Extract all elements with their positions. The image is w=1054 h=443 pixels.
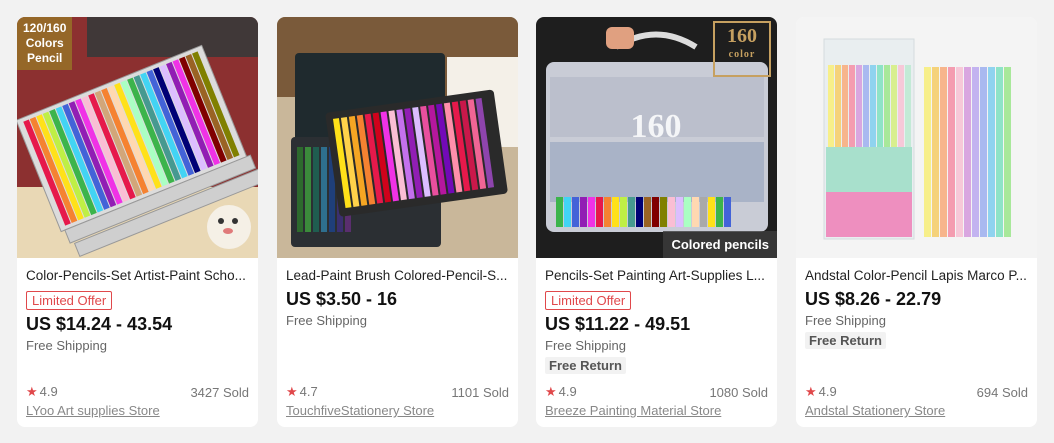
- product-card[interactable]: 160 160 color Colored pencils Pencils-Se…: [536, 17, 777, 427]
- rating-row: ★ 4.9 3427 Sold: [26, 384, 249, 400]
- product-price: US $3.50 - 16: [286, 289, 398, 309]
- store-link[interactable]: TouchfiveStationery Store: [286, 403, 509, 418]
- star-icon: ★: [545, 384, 557, 399]
- product-image[interactable]: 160 160 color Colored pencils: [536, 17, 777, 258]
- product-card[interactable]: Lead-Paint Brush Colored-Pencil-S... US …: [277, 17, 518, 427]
- rating-row: ★ 4.9 694 Sold: [805, 384, 1028, 400]
- product-image[interactable]: [796, 17, 1037, 258]
- product-info: Andstal Color-Pencil Lapis Marco P... US…: [796, 258, 1037, 427]
- box-print-number: 160: [631, 108, 682, 145]
- sold-count: 694 Sold: [976, 384, 1028, 400]
- store-link[interactable]: Andstal Stationery Store: [805, 403, 1028, 418]
- product-image[interactable]: [277, 17, 518, 258]
- image-corner-badge: 120/160 Colors Pencil: [17, 17, 73, 70]
- rating-value: 4.7: [299, 384, 318, 399]
- product-footer: ★ 4.9 1080 Sold Breeze Painting Material …: [545, 384, 768, 418]
- star-icon: ★: [805, 384, 817, 399]
- pastel-pencils-image: [796, 17, 1037, 258]
- product-price: US $11.22 - 49.51: [545, 314, 691, 334]
- rating: ★ 4.9: [805, 384, 837, 400]
- free-shipping-label: Free Shipping: [545, 338, 626, 353]
- pencil-tin-image: [277, 17, 518, 258]
- rating-row: ★ 4.7 1101 Sold: [286, 384, 509, 400]
- product-card[interactable]: Andstal Color-Pencil Lapis Marco P... US…: [796, 17, 1037, 427]
- rating-value: 4.9: [39, 384, 58, 399]
- image-caption: Colored pencils: [663, 231, 777, 258]
- rating: ★ 4.9: [26, 384, 58, 400]
- product-card[interactable]: 120/160 Colors Pencil Color-Pencils-Set …: [17, 17, 258, 427]
- free-return-tag: Free Return: [805, 332, 886, 349]
- sold-count: 1080 Sold: [709, 384, 768, 400]
- product-info: Color-Pencils-Set Artist-Paint Scho... L…: [17, 258, 258, 427]
- limited-offer-badge: Limited Offer: [26, 291, 113, 310]
- product-info: Pencils-Set Painting Art-Supplies L... L…: [536, 258, 777, 427]
- product-title[interactable]: Lead-Paint Brush Colored-Pencil-S...: [286, 268, 509, 285]
- rating: ★ 4.9: [545, 384, 577, 400]
- star-icon: ★: [286, 384, 298, 399]
- product-info: Lead-Paint Brush Colored-Pencil-S... US …: [277, 258, 518, 427]
- product-grid: 120/160 Colors Pencil Color-Pencils-Set …: [0, 0, 1054, 443]
- star-icon: ★: [26, 384, 38, 399]
- rating-value: 4.9: [818, 384, 837, 399]
- rating-row: ★ 4.9 1080 Sold: [545, 384, 768, 400]
- store-link[interactable]: LYoo Art supplies Store: [26, 403, 249, 418]
- rating: ★ 4.7: [286, 384, 318, 400]
- store-link[interactable]: Breeze Painting Material Store: [545, 403, 768, 418]
- sold-count: 1101 Sold: [451, 384, 509, 400]
- product-title[interactable]: Andstal Color-Pencil Lapis Marco P...: [805, 268, 1028, 285]
- product-title[interactable]: Color-Pencils-Set Artist-Paint Scho...: [26, 268, 249, 285]
- product-image[interactable]: 120/160 Colors Pencil: [17, 17, 258, 258]
- free-return-tag: Free Return: [545, 357, 626, 374]
- limited-offer-badge: Limited Offer: [545, 291, 632, 310]
- free-shipping-label: Free Shipping: [286, 313, 367, 328]
- product-footer: ★ 4.9 694 Sold Andstal Stationery Store: [805, 384, 1028, 418]
- sold-count: 3427 Sold: [190, 384, 249, 400]
- free-shipping-label: Free Shipping: [805, 313, 886, 328]
- color-count-badge: 160 color: [713, 21, 771, 77]
- rating-value: 4.9: [558, 384, 577, 399]
- free-shipping-label: Free Shipping: [26, 338, 107, 353]
- product-title[interactable]: Pencils-Set Painting Art-Supplies L...: [545, 268, 768, 285]
- product-price: US $8.26 - 22.79: [805, 289, 942, 309]
- product-price: US $14.24 - 43.54: [26, 314, 173, 334]
- product-footer: ★ 4.7 1101 Sold TouchfiveStationery Store: [286, 384, 509, 418]
- product-footer: ★ 4.9 3427 Sold LYoo Art supplies Store: [26, 384, 249, 418]
